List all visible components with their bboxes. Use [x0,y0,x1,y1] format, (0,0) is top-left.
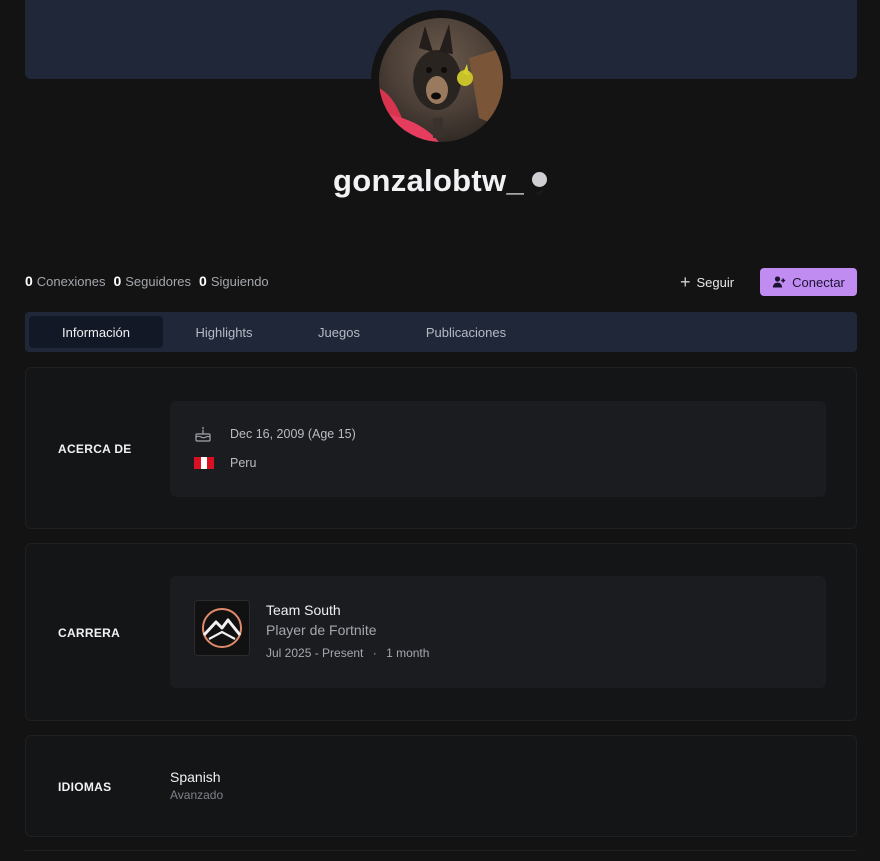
career-entry[interactable]: Team South Player de Fortnite Jul 2025 -… [170,576,826,688]
career-duration: 1 month [386,646,430,660]
username-row: gonzalobtw_ [0,163,880,199]
plus-icon: + [680,272,691,292]
career-title: CARRERA [58,626,121,640]
avatar[interactable] [379,18,503,142]
about-title: ACERCA DE [58,442,132,456]
language-level: Avanzado [170,788,224,802]
profile-stats: 0 Conexiones 0 Seguidores 0 Siguiendo [25,273,269,289]
career-section: CARRERA Team South Player de Fortnite Ju… [25,543,857,721]
connect-button[interactable]: Conectar [760,268,857,296]
follow-label: Seguir [696,274,735,290]
language-name: Spanish [170,769,221,785]
add-user-icon [772,276,786,288]
tab-juegos[interactable]: Juegos [285,316,393,348]
tab-highlights[interactable]: Highlights [167,316,281,348]
separator-dot: · [372,646,377,660]
cake-icon [194,425,214,443]
country-text: Peru [230,456,257,470]
stat-connections[interactable]: 0 Conexiones [25,273,105,289]
tab-informacion[interactable]: Información [29,316,163,348]
tab-publicaciones[interactable]: Publicaciones [397,316,535,348]
org-role: Player de Fortnite [266,622,377,638]
profile-tabs: Información Highlights Juegos Publicacio… [25,312,857,352]
team-logo-icon [194,600,250,656]
country-row: Peru [194,456,256,470]
org-name: Team South [266,602,341,618]
about-details: Dec 16, 2009 (Age 15) Peru [170,401,826,497]
follow-button[interactable]: + Seguir [672,268,742,296]
username: gonzalobtw_ [332,163,524,198]
career-dates: Jul 2025 - Present [266,646,364,660]
stat-following[interactable]: 0 Siguiendo [199,273,269,289]
connect-label: Conectar [792,274,845,290]
birthday-row: Dec 16, 2009 (Age 15) [194,425,356,443]
about-section: ACERCA DE Dec 16, 2009 (Age 15) Peru [25,367,857,529]
birthday-text: Dec 16, 2009 (Age 15) [230,427,356,441]
next-section-edge [25,850,857,861]
languages-section: IDIOMAS Spanish Avanzado [25,735,857,837]
career-period: Jul 2025 - Present · 1 month [266,646,429,660]
peru-flag-icon [194,457,215,469]
stat-followers[interactable]: 0 Seguidores [113,273,191,289]
verified-badge-icon [532,172,547,197]
avatar-image [379,18,503,142]
languages-title: IDIOMAS [58,780,112,794]
